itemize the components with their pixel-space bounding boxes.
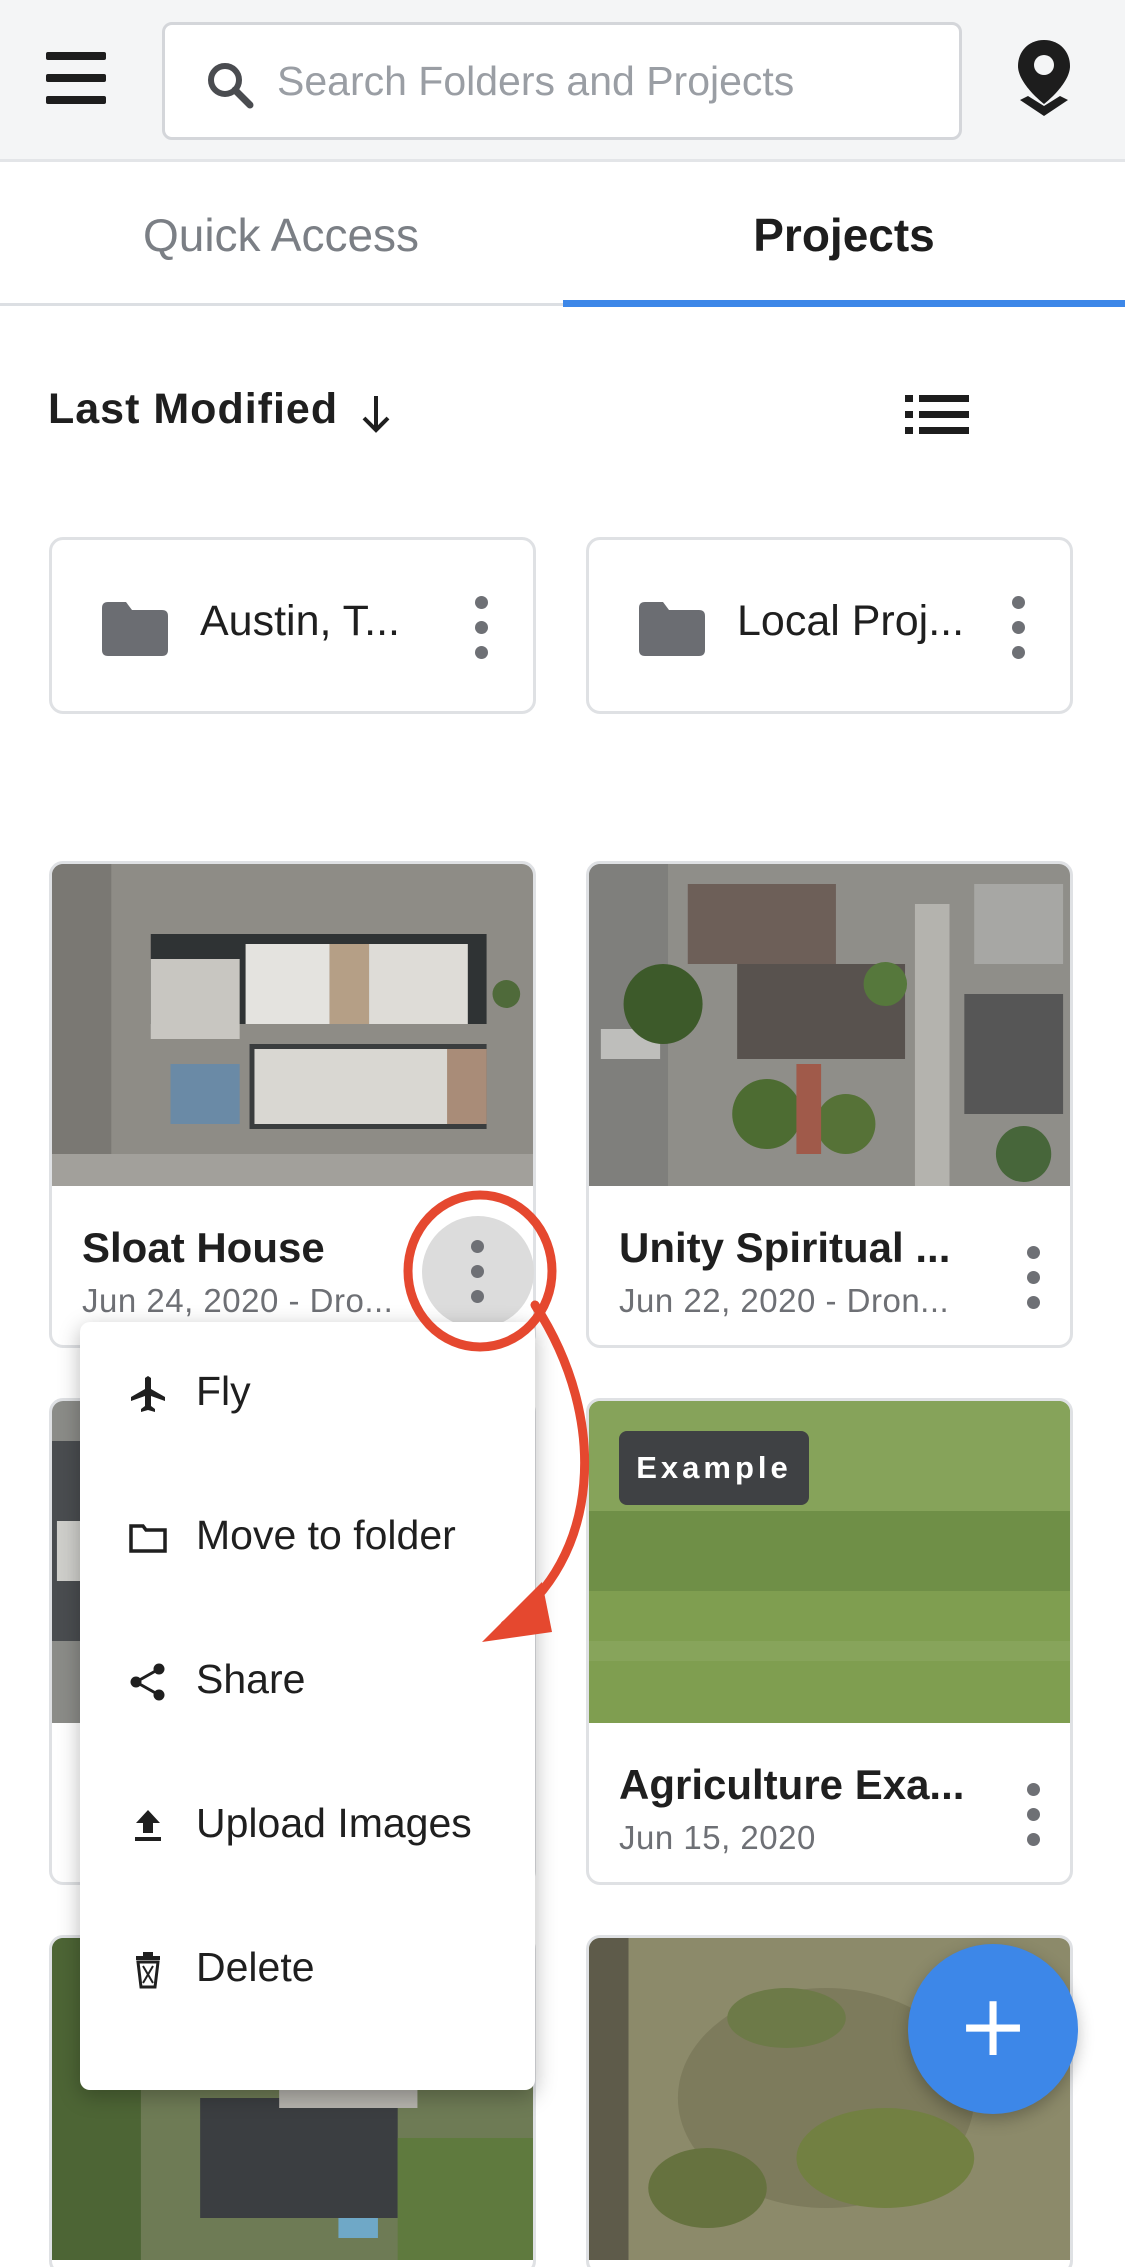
folder-card[interactable]: Austin, T... xyxy=(49,537,536,714)
example-badge: Example xyxy=(619,1431,809,1505)
list-view-icon[interactable] xyxy=(905,395,969,435)
more-options-icon[interactable] xyxy=(1014,1783,1054,1847)
folder-name: Local Proj... xyxy=(737,597,965,645)
project-title: Sloat House xyxy=(82,1224,325,1271)
menu-item-label: Fly xyxy=(196,1368,251,1414)
menu-item-move-to-folder[interactable]: Move to folder xyxy=(80,1466,535,1610)
share-icon xyxy=(130,1663,165,1701)
search-input[interactable] xyxy=(277,45,937,117)
airplane-icon xyxy=(131,1376,165,1412)
folder-card[interactable]: Local Proj... xyxy=(586,537,1073,714)
more-options-icon[interactable] xyxy=(1014,1246,1054,1310)
more-options-icon[interactable] xyxy=(999,596,1039,660)
top-bar xyxy=(0,0,1125,162)
project-title: Unity Spiritual ... xyxy=(619,1224,951,1271)
menu-item-upload-images[interactable]: Upload Images xyxy=(80,1754,535,1898)
project-context-menu: Fly Move to folder Share Upload Images D… xyxy=(80,1322,535,2090)
folder-icon xyxy=(102,602,168,656)
project-card[interactable]: Unity Spiritual ... Jun 22, 2020 - Dron.… xyxy=(586,861,1073,1348)
sort-dropdown[interactable]: Last Modified xyxy=(48,385,338,434)
tab-bar: Quick Access Projects xyxy=(0,164,1125,307)
active-tab-indicator xyxy=(563,300,1125,307)
project-subtitle: Jun 24, 2020 - Dro... xyxy=(82,1282,394,1319)
menu-item-label: Share xyxy=(196,1656,306,1702)
project-thumbnail xyxy=(52,864,533,1186)
project-card[interactable]: Example Agriculture Exa... Jun 15, 2020 xyxy=(586,1398,1073,1885)
more-options-button-active[interactable] xyxy=(422,1216,534,1328)
trash-icon xyxy=(136,1952,160,1989)
tab-projects[interactable]: Projects xyxy=(563,164,1125,306)
menu-item-delete[interactable]: Delete xyxy=(80,1898,535,2042)
search-bar[interactable] xyxy=(162,22,962,140)
hamburger-menu-icon[interactable] xyxy=(46,52,106,104)
menu-item-label: Upload Images xyxy=(196,1800,472,1846)
tab-quick-access[interactable]: Quick Access xyxy=(0,164,562,306)
add-project-button[interactable]: + xyxy=(908,1944,1078,2114)
folder-icon xyxy=(639,602,705,656)
folder-name: Austin, T... xyxy=(200,597,400,645)
more-options-icon xyxy=(458,1240,498,1304)
menu-item-label: Delete xyxy=(196,1944,315,1990)
search-icon xyxy=(208,63,254,109)
project-subtitle: Jun 22, 2020 - Dron... xyxy=(619,1282,950,1319)
arrow-down-icon[interactable] xyxy=(358,392,394,436)
project-subtitle: Jun 15, 2020 xyxy=(619,1819,816,1856)
folder-outline-icon xyxy=(129,1524,167,1553)
more-options-icon[interactable] xyxy=(462,596,502,660)
project-title: Agriculture Exa... xyxy=(619,1761,965,1808)
map-pin-icon[interactable] xyxy=(1012,38,1076,118)
menu-item-fly[interactable]: Fly xyxy=(80,1322,535,1466)
project-thumbnail xyxy=(589,864,1070,1186)
menu-item-share[interactable]: Share xyxy=(80,1610,535,1754)
menu-item-label: Move to folder xyxy=(196,1512,456,1558)
upload-icon xyxy=(135,1810,161,1841)
